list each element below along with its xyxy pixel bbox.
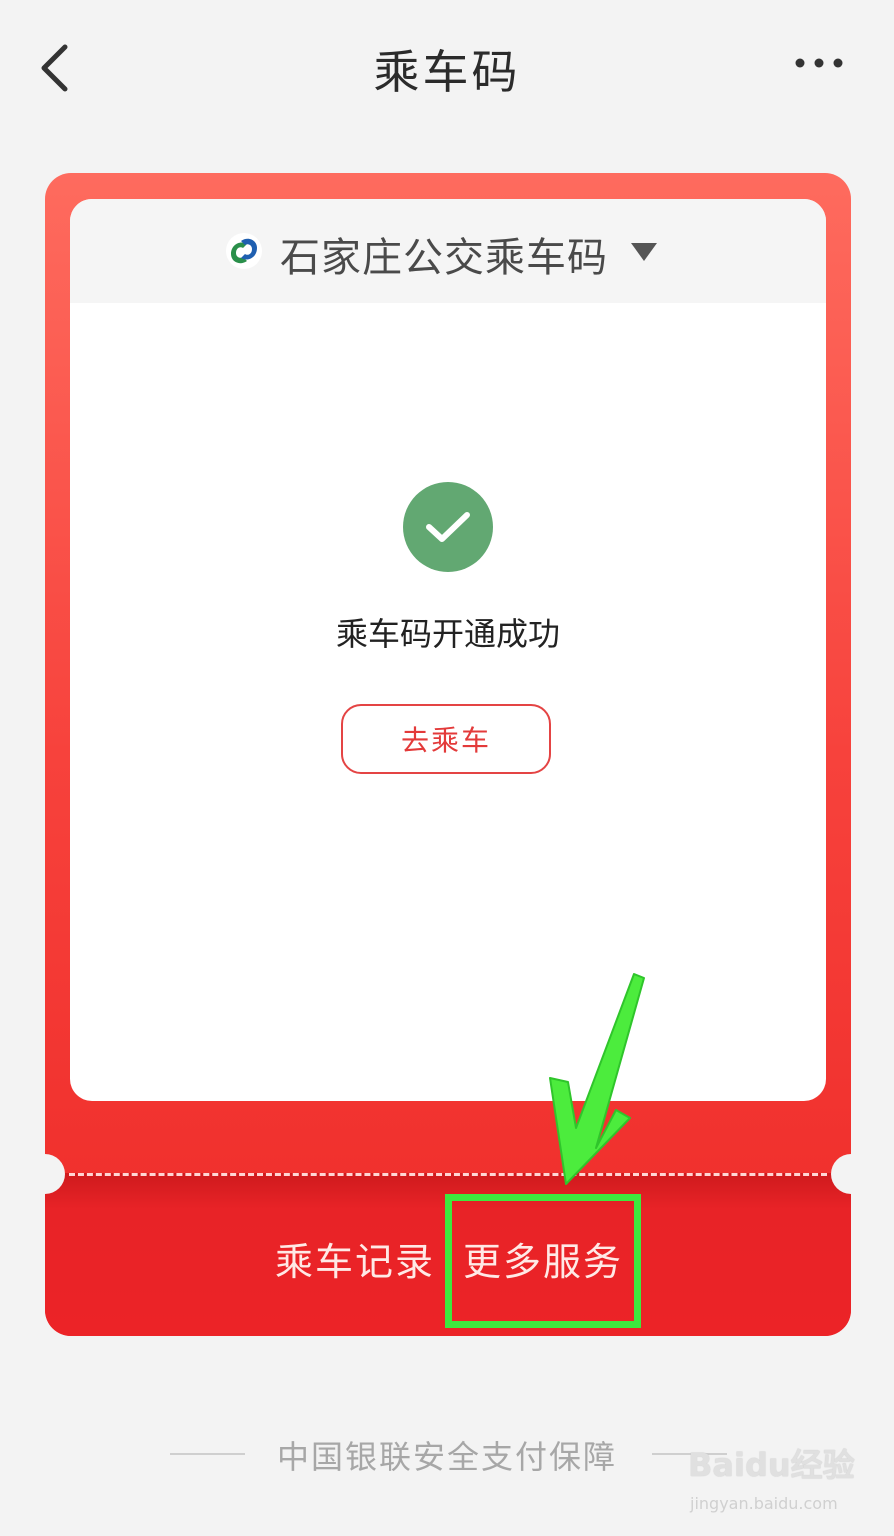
ride-record-link[interactable]: 乘车记录 [275, 1231, 435, 1286]
annotation-arrow-icon [549, 973, 645, 1185]
dropdown-arrow-icon [631, 243, 657, 261]
card-content: 石家庄公交乘车码 乘车码开通成功 去乘车 [70, 199, 826, 1101]
watermark-brand: Baidu经验 [688, 1446, 855, 1484]
city-bus-logo-icon [226, 233, 262, 269]
success-check-badge [403, 482, 493, 572]
more-button[interactable] [784, 40, 854, 86]
success-message: 乘车码开通成功 [335, 615, 560, 653]
watermark: Baidu经验 jingyan.baidu.com [688, 1440, 864, 1524]
annotation-highlight-box [445, 1194, 641, 1328]
more-icon [795, 58, 843, 68]
ticket-perforation [69, 1173, 827, 1176]
ride-code-card: 石家庄公交乘车码 乘车码开通成功 去乘车 乘车记录 更多服务 [45, 173, 851, 1336]
nav-bar: 乘车码 [0, 0, 894, 135]
go-ride-button[interactable]: 去乘车 [341, 704, 551, 774]
city-selector[interactable]: 石家庄公交乘车码 [70, 199, 826, 303]
watermark-url: jingyan.baidu.com [690, 1494, 838, 1513]
check-icon [426, 512, 470, 542]
city-name: 石家庄公交乘车码 [280, 235, 608, 281]
page-title: 乘车码 [373, 45, 521, 99]
